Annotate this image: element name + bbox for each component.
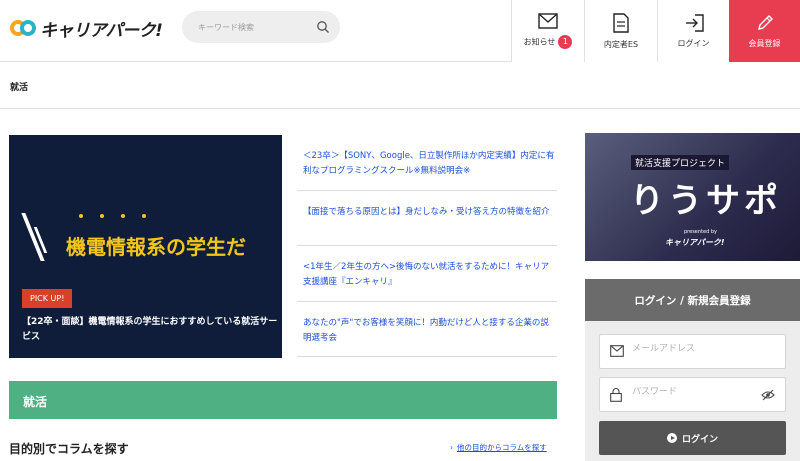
login-panel: ログイン — [585, 321, 800, 461]
es-nav-button[interactable]: 内定者ES — [584, 0, 657, 62]
hero-pickup-card[interactable]: 機電情報系の学生だ PICK UP! 【22卒・面談】機電情報系の学生におすすめ… — [9, 135, 282, 358]
password-field — [599, 377, 786, 412]
pickup-tag: PICK UP! — [22, 289, 73, 308]
play-circle-icon — [666, 433, 677, 443]
email-field — [599, 334, 786, 369]
password-input[interactable] — [632, 387, 762, 397]
news-list-item: あなたの"声"でお客様を笑顔に！内勤だけど人と接する企業の説明選考会 — [297, 302, 557, 357]
pencil-icon — [757, 14, 773, 30]
lock-icon — [610, 388, 622, 402]
login-arrow-icon — [685, 13, 704, 32]
notice-count-badge: 1 — [558, 35, 573, 49]
login-button-label: ログイン — [681, 434, 718, 445]
site-logo[interactable]: キャリアパーク! — [10, 13, 163, 43]
notice-label: お知らせ — [523, 37, 556, 47]
hero-headline: 機電情報系の学生だ — [66, 235, 246, 259]
login-nav-button[interactable]: ログイン — [657, 0, 729, 62]
news-list: ＜23卒＞【SONY、Google、日立製作所ほか内定実績】内定に有利なプログラ… — [297, 135, 557, 357]
register-nav-button[interactable]: 会員登録 — [729, 0, 800, 62]
mail-icon — [610, 345, 624, 357]
breadcrumb: 就活 — [0, 63, 800, 109]
news-link[interactable]: 【面接で落ちる原因とは】身だしなみ・受け答え方の特徴を紹介 — [303, 205, 557, 220]
banner-title: りうサポ — [630, 181, 782, 221]
banner-logo: キャリアパーク! — [665, 238, 725, 247]
login-panel-header: ログイン / 新規会員登録 — [585, 279, 800, 321]
notice-nav-button[interactable]: お知らせ 1 — [511, 0, 584, 62]
eye-slash-icon[interactable] — [761, 389, 775, 401]
news-link[interactable]: あなたの"声"でお客様を笑顔に！内勤だけど人と接する企業の説明選考会 — [303, 316, 557, 346]
logo-text: キャリアパーク! — [40, 20, 163, 41]
search-box — [182, 11, 340, 43]
register-label: 会員登録 — [748, 38, 781, 48]
email-input[interactable] — [632, 344, 762, 354]
news-link[interactable]: ＜23卒＞【SONY、Google、日立製作所ほか内定実績】内定に有利なプログラ… — [303, 149, 557, 179]
news-list-item: 【面接で落ちる原因とは】身だしなみ・受け答え方の特徴を紹介 — [297, 191, 557, 246]
search-icon[interactable] — [316, 20, 330, 34]
news-list-item: ＜23卒＞【SONY、Google、日立製作所ほか内定実績】内定に有利なプログラ… — [297, 135, 557, 191]
news-list-item: <1年生／2年生の方へ>後悔のない就活をするために！キャリア支援講座『エンキャリ… — [297, 246, 557, 302]
banner-presented-by: presented by — [684, 229, 717, 235]
search-input[interactable] — [198, 22, 308, 32]
rikusapo-banner[interactable]: 就活支援プロジェクト りうサポ presented by キャリアパーク! — [585, 133, 800, 261]
envelope-icon — [538, 13, 558, 29]
site-header: キャリアパーク! お知らせ1 内定者ES ログイン — [0, 0, 800, 62]
login-panel-title: ログイン / 新規会員登録 — [634, 295, 751, 307]
breadcrumb-current: 就活 — [10, 83, 29, 93]
hero-dots-decoration — [79, 214, 146, 218]
banner-subtitle: 就活支援プロジェクト — [631, 155, 730, 170]
news-link[interactable]: <1年生／2年生の方へ>後悔のない就活をするために！キャリア支援講座『エンキャリ… — [303, 260, 557, 290]
column-search-title: 目的別でコラムを探す — [9, 442, 129, 456]
logo-mark-icon — [10, 19, 36, 37]
login-label: ログイン — [677, 38, 710, 48]
other-purpose-column-link[interactable]: 他の目的からコラムを探す — [450, 442, 547, 453]
es-label: 内定者ES — [603, 39, 639, 49]
hero-caption: 【22卒・面談】機電情報系の学生におすすめしている就活サービス — [22, 317, 278, 342]
section-header: 就活 — [9, 381, 557, 419]
section-title: 就活 — [23, 395, 48, 409]
login-submit-button[interactable]: ログイン — [599, 421, 786, 455]
document-icon — [613, 12, 629, 33]
